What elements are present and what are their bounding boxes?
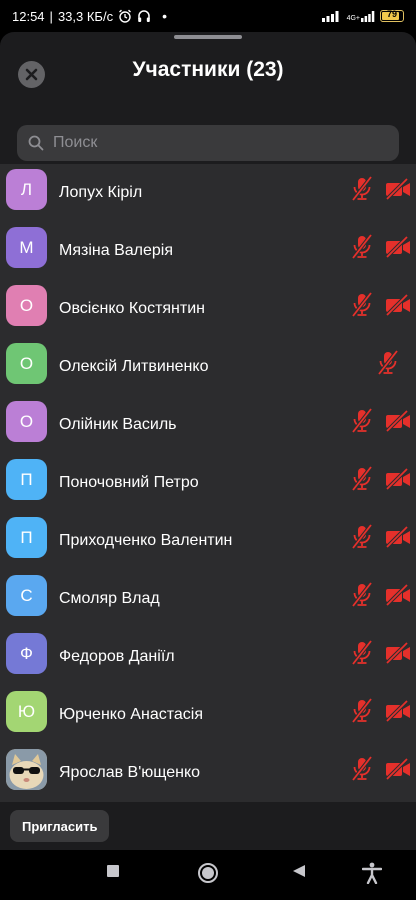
cat-sunglasses-icon — [6, 749, 47, 790]
participant-row[interactable]: М Мязіна Валерія — [0, 222, 416, 280]
close-button[interactable] — [18, 61, 45, 88]
mic-muted-icon — [351, 407, 373, 439]
status-bar: 12:54 | 33,3 КБ/с • 4G+ 79 — [0, 0, 416, 32]
search-bar[interactable] — [17, 125, 399, 161]
participant-row[interactable]: О Олійник Василь — [0, 396, 416, 454]
status-time: 12:54 — [12, 8, 45, 24]
avatar: Ф — [6, 633, 47, 674]
mic-muted-icon — [351, 175, 373, 207]
status-speed: 33,3 КБ/с — [57, 8, 114, 24]
avatar: П — [6, 517, 47, 558]
participant-name: Ярослав В'ющенко — [59, 764, 201, 781]
mic-muted-icon — [351, 639, 373, 671]
avatar: М — [6, 227, 47, 268]
mic-muted-icon — [351, 233, 373, 265]
mic-muted-icon — [377, 349, 399, 381]
camera-off-icon — [385, 293, 411, 321]
search-input[interactable] — [53, 134, 353, 152]
participant-row[interactable]: П Приходченко Валентин — [0, 512, 416, 570]
camera-off-icon — [385, 583, 411, 611]
camera-off-icon — [385, 235, 411, 263]
navigation-bar — [0, 850, 416, 900]
participants-list: Л Лопух Кіріл М Мязіна Валерія О Овсієнко Кос… — [0, 164, 416, 802]
participant-row[interactable]: Ю Юрченко Анастасія — [0, 686, 416, 744]
mic-muted-icon — [351, 755, 373, 787]
avatar: С — [6, 575, 47, 616]
dot-icon: • — [162, 8, 167, 24]
participant-name: Приходченко Валентин — [59, 532, 233, 549]
participant-name: Юрченко Анастасія — [59, 706, 203, 723]
participants-sheet: Участники (23) Л Лопух Кіріл М Мязіна Валер… — [0, 32, 416, 850]
page-title: Участники (23) — [132, 58, 284, 81]
camera-off-icon — [385, 177, 411, 205]
avatar-photo — [6, 749, 47, 790]
alarm-icon — [119, 9, 132, 23]
avatar: О — [6, 401, 47, 442]
participant-row[interactable]: О Овсієнко Костянтин — [0, 280, 416, 338]
camera-off-icon — [385, 409, 411, 437]
participant-row[interactable]: Л Лопух Кіріл — [0, 164, 416, 222]
mic-muted-icon — [351, 523, 373, 555]
camera-off-icon — [385, 525, 411, 553]
avatar: П — [6, 459, 47, 500]
sheet-footer: Пригласить — [0, 804, 416, 850]
invite-button[interactable]: Пригласить — [10, 810, 110, 842]
participant-row[interactable]: О Олексій Литвиненко — [0, 338, 416, 396]
mic-muted-icon — [351, 465, 373, 497]
participant-row[interactable]: Ф Федоров Даніїл — [0, 628, 416, 686]
participant-name: Олійник Василь — [59, 416, 177, 433]
participant-row[interactable]: С Смоляр Влад — [0, 570, 416, 628]
close-icon — [25, 68, 38, 81]
headphones-icon — [138, 10, 150, 22]
participant-name: Мязіна Валерія — [59, 242, 173, 259]
participant-name: Федоров Даніїл — [59, 648, 175, 665]
recent-apps-icon[interactable] — [106, 864, 120, 883]
mic-muted-icon — [351, 581, 373, 613]
participant-name: Смоляр Влад — [59, 590, 160, 607]
battery-icon: 79 — [380, 9, 404, 22]
network-label: 4G+ — [347, 10, 375, 22]
signal-icon-2 — [361, 11, 375, 22]
mic-muted-icon — [351, 697, 373, 729]
home-icon[interactable] — [197, 862, 219, 889]
camera-off-icon — [385, 699, 411, 727]
camera-off-icon — [385, 467, 411, 495]
avatar: Ю — [6, 691, 47, 732]
mic-muted-icon — [351, 291, 373, 323]
search-icon — [28, 135, 44, 151]
camera-off-icon — [385, 757, 411, 785]
participant-name: Олексій Литвиненко — [59, 358, 209, 375]
participant-name: Лопух Кіріл — [59, 184, 143, 201]
accessibility-icon[interactable] — [361, 862, 383, 889]
signal-icon — [321, 11, 339, 22]
participant-row[interactable]: Ярослав В'ющенко — [0, 744, 416, 802]
participant-name: Овсієнко Костянтин — [59, 300, 205, 317]
sheet-header: Участники (23) — [0, 39, 416, 105]
avatar: О — [6, 343, 47, 384]
participant-name: Поночовний Петро — [59, 474, 199, 491]
avatar: О — [6, 285, 47, 326]
camera-off-icon — [385, 641, 411, 669]
avatar: Л — [6, 169, 47, 210]
back-icon[interactable] — [292, 864, 306, 883]
participant-row[interactable]: П Поночовний Петро — [0, 454, 416, 512]
